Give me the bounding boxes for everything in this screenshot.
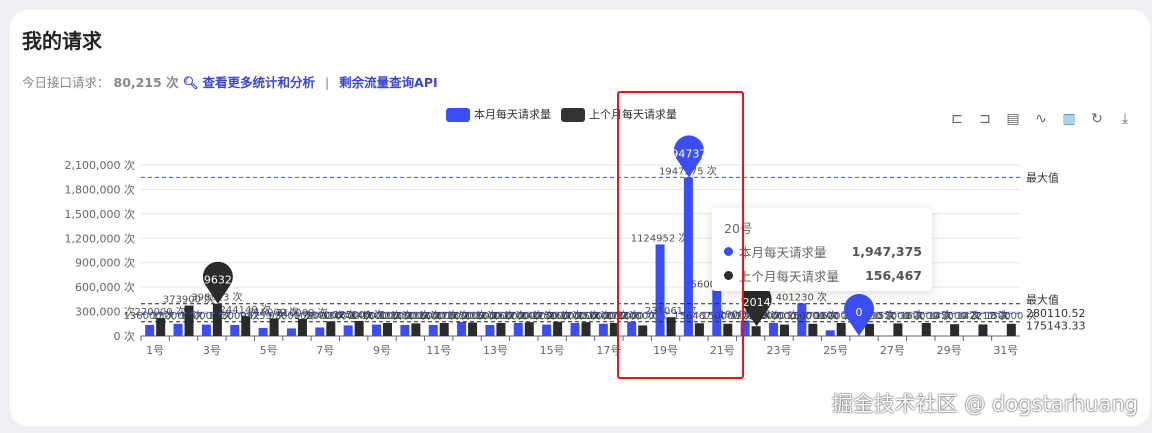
bar-this-month <box>428 325 438 336</box>
bar-this-month <box>570 322 580 336</box>
bar-last-month <box>751 326 761 336</box>
bar-this-month <box>768 322 778 336</box>
bar-value-label: 401230 次 <box>776 290 827 303</box>
bar-this-month <box>513 322 523 336</box>
bar-last-month <box>439 322 449 336</box>
mark-line-label: 280110.52 <box>1026 307 1086 320</box>
bar-this-month <box>173 323 183 336</box>
bar-this-month <box>286 328 296 336</box>
bar-this-month <box>542 324 552 336</box>
bar-last-month <box>411 323 421 336</box>
bar-last-month <box>865 323 875 336</box>
bar-last-month <box>836 322 846 336</box>
y-tick-label: 0 次 <box>114 329 136 343</box>
chart-tooltip: 20号 本月每天请求量 1,947,375 上个月每天请求量 156,467 <box>712 208 932 291</box>
mark-line-label: 最大值 <box>1026 170 1059 184</box>
bar-this-month <box>485 325 495 336</box>
mark-point-label: 396323 <box>197 274 239 287</box>
x-tick-label: 23号 <box>766 344 791 357</box>
bar-last-month <box>1006 323 1016 336</box>
x-tick-label: 29号 <box>937 344 962 357</box>
bar-this-month <box>315 327 325 336</box>
x-tick-label: 7号 <box>316 344 334 357</box>
bar-last-month <box>553 321 563 336</box>
bar-last-month <box>524 322 534 336</box>
annotation-highlight-box <box>617 91 744 379</box>
x-tick-label: 27号 <box>880 344 905 357</box>
bar-this-month <box>343 325 353 336</box>
x-tick-label: 3号 <box>203 344 221 357</box>
y-tick-label: 600,000 次 <box>75 280 135 294</box>
x-tick-label: 25号 <box>823 344 848 357</box>
bar-this-month <box>825 330 835 336</box>
bar-this-month <box>145 324 155 336</box>
y-tick-label: 900,000 次 <box>75 256 135 270</box>
bar-this-month <box>457 321 467 336</box>
y-tick-label: 1,200,000 次 <box>65 231 135 245</box>
x-tick-label: 11号 <box>426 344 451 357</box>
bar-last-month <box>468 322 478 336</box>
x-tick-label: 5号 <box>260 344 278 357</box>
bar-last-month <box>921 322 931 336</box>
x-tick-label: 31号 <box>993 344 1018 357</box>
bar-last-month <box>779 324 789 336</box>
bar-last-month <box>354 320 364 336</box>
bar-this-month <box>230 325 240 336</box>
tooltip-row: 上个月每天请求量 156,467 <box>724 266 922 285</box>
bar-last-month <box>808 323 818 336</box>
watermark: 掘金技术社区 @ dogstarhuang <box>831 392 1138 416</box>
bar-this-month <box>598 323 608 336</box>
bar-last-month <box>383 322 393 336</box>
x-tick-label: 1号 <box>146 344 164 357</box>
bar-last-month <box>893 323 903 336</box>
mark-line-label: 最大值 <box>1026 293 1059 307</box>
mark-point-label: 0 <box>856 306 863 319</box>
bar-this-month <box>372 324 382 336</box>
y-tick-label: 2,100,000 次 <box>65 158 135 172</box>
x-tick-label: 9号 <box>373 344 391 357</box>
bar-this-month <box>258 327 268 336</box>
bar-last-month <box>978 324 988 336</box>
bar-last-month <box>326 321 336 336</box>
y-tick-label: 1,500,000 次 <box>65 207 135 221</box>
mark-line-label: 175143.33 <box>1026 320 1086 333</box>
tooltip-row: 本月每天请求量 1,947,375 <box>724 242 922 261</box>
bar-this-month <box>201 324 211 336</box>
bar-this-month <box>400 325 410 336</box>
bar-last-month <box>496 322 506 336</box>
bar-last-month <box>950 324 960 336</box>
bar-last-month <box>581 322 591 336</box>
x-tick-label: 13号 <box>483 344 508 357</box>
bar-chart: 0 次300,000 次600,000 次900,000 次1,200,000 … <box>65 135 1086 357</box>
x-tick-label: 15号 <box>540 344 565 357</box>
y-tick-label: 1,800,000 次 <box>65 182 135 196</box>
